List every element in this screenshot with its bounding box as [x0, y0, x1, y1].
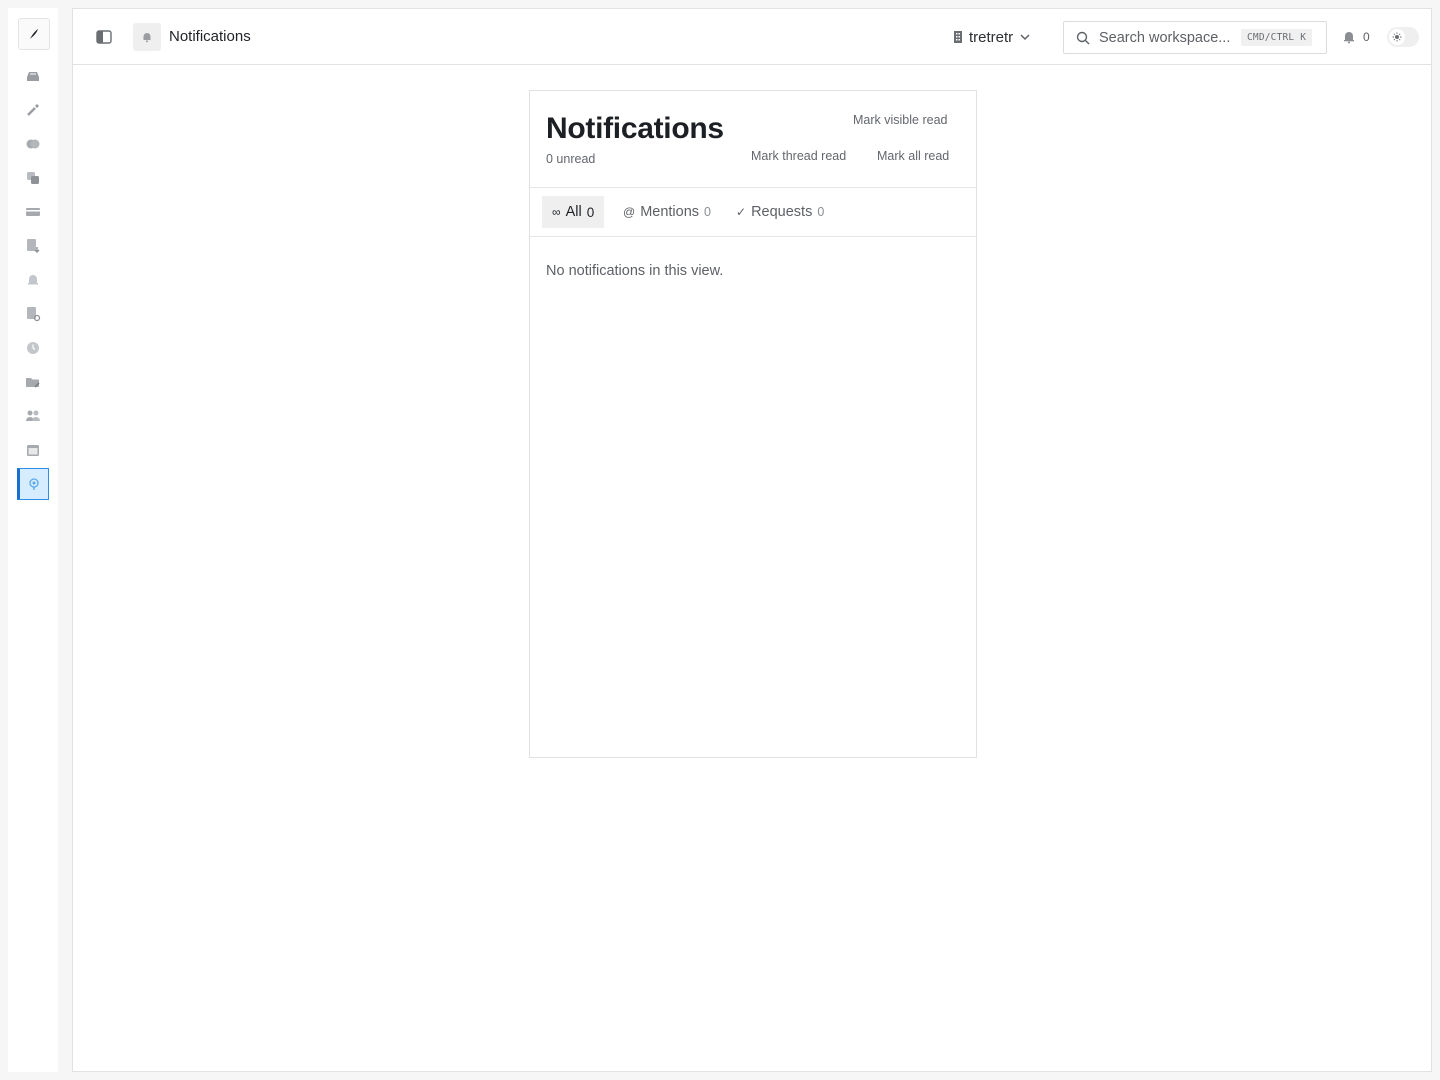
search-placeholder: Search workspace... — [1099, 29, 1231, 46]
main-frame: Notifications tretretr Search workspace.… — [72, 8, 1432, 1072]
sidebar-item-clock[interactable] — [17, 332, 49, 364]
document-download-icon — [27, 239, 40, 253]
sidebar-item-folder[interactable] — [17, 366, 49, 398]
card-icon — [26, 208, 40, 216]
notifications-button[interactable]: 0 — [1343, 28, 1370, 46]
sidebar-item-calendar[interactable] — [17, 434, 49, 466]
app-logo[interactable] — [18, 18, 50, 50]
sidebar-item-document-download[interactable] — [17, 230, 49, 262]
chevron-down-icon — [1020, 34, 1030, 41]
search-shortcut-badge: CMD/CTRL K — [1241, 29, 1313, 46]
people-icon — [26, 410, 40, 421]
sidebar-item-settings[interactable] — [17, 468, 49, 500]
unread-count: 0 unread — [546, 152, 596, 166]
quill-icon — [30, 29, 38, 39]
top-bar: Notifications tretretr Search workspace.… — [73, 9, 1431, 65]
page-title: Notifications — [169, 28, 251, 45]
tab-count: 0 — [817, 205, 825, 219]
tab-count: 0 — [586, 204, 595, 220]
magic-wand-icon — [27, 104, 39, 116]
workspace-name: tretretr — [969, 28, 1014, 46]
checkmark-icon: ✓ — [736, 205, 747, 219]
at-sign-icon: @ — [623, 205, 636, 219]
sidebar-item-inbox[interactable] — [17, 60, 49, 92]
page-icon — [133, 23, 161, 51]
search-icon — [1076, 31, 1090, 44]
calendar-icon — [27, 445, 39, 456]
bell-icon — [28, 275, 38, 285]
sidebar-item-card[interactable] — [17, 196, 49, 228]
notification-count: 0 — [1363, 30, 1370, 44]
sun-icon — [1392, 32, 1402, 42]
tab-all[interactable]: ∞ All 0 — [542, 196, 605, 228]
left-rail — [8, 8, 58, 1072]
tab-count: 0 — [704, 205, 711, 219]
panel-title: Notifications — [546, 112, 724, 145]
search-input[interactable]: Search workspace... CMD/CTRL K — [1063, 21, 1327, 54]
infinity-icon: ∞ — [552, 205, 561, 219]
tab-requests[interactable]: ✓ Requests 0 — [726, 196, 834, 228]
sidebar-item-wand[interactable] — [17, 94, 49, 126]
settings-icon — [29, 478, 39, 490]
tab-label: Requests — [751, 204, 813, 220]
sidebar-item-brain[interactable] — [17, 128, 49, 160]
empty-state-message: No notifications in this view. — [546, 263, 724, 279]
sidebar-toggle-icon — [96, 30, 112, 44]
brain-icon — [26, 139, 40, 149]
inbox-icon — [27, 72, 39, 81]
clock-icon — [27, 342, 39, 354]
copy-icon — [27, 172, 39, 184]
sidebar-item-people[interactable] — [17, 400, 49, 432]
mark-thread-read-button[interactable]: Mark thread read — [751, 149, 846, 163]
theme-toggle-knob — [1389, 29, 1405, 45]
sidebar-item-bell[interactable] — [17, 264, 49, 296]
panel-header: Notifications 0 unread Mark visible read… — [530, 91, 976, 188]
sidebar-toggle-button[interactable] — [95, 28, 113, 46]
mark-visible-read-button[interactable]: Mark visible read — [853, 113, 947, 127]
bell-icon — [1344, 32, 1354, 44]
theme-toggle[interactable] — [1387, 27, 1419, 47]
tab-mentions[interactable]: @ Mentions 0 — [613, 196, 721, 228]
building-icon — [954, 31, 962, 43]
tab-label: Mentions — [640, 204, 700, 220]
folder-edit-icon — [26, 378, 40, 388]
notifications-panel: Notifications 0 unread Mark visible read… — [529, 90, 977, 758]
tab-label: All — [565, 204, 582, 220]
sidebar-item-copy[interactable] — [17, 162, 49, 194]
mark-all-read-button[interactable]: Mark all read — [877, 149, 949, 163]
document-refresh-icon — [27, 307, 41, 322]
filter-tabs: ∞ All 0 @ Mentions 0 ✓ Requests 0 — [530, 188, 976, 237]
workspace-switcher[interactable]: tretretr — [953, 26, 1031, 48]
sidebar-item-document-refresh[interactable] — [17, 298, 49, 330]
bell-icon — [143, 33, 151, 43]
